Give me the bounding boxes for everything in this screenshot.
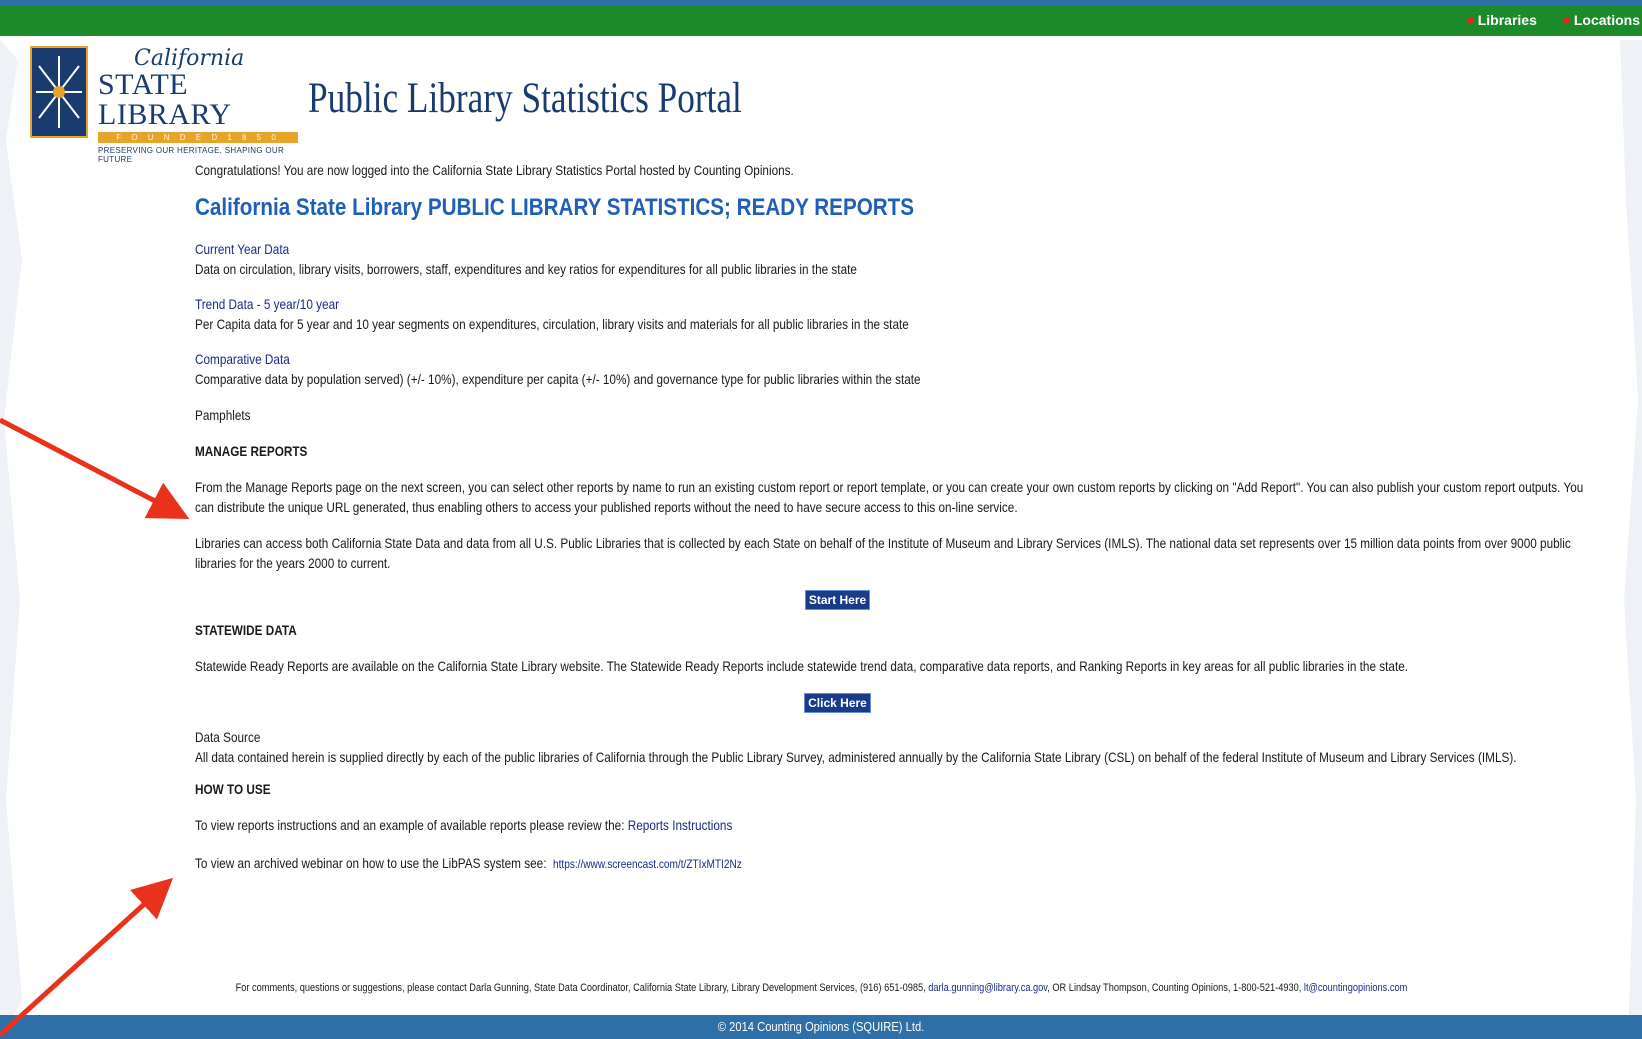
how-to-use-heading: HOW TO USE: [195, 781, 271, 797]
statewide-data-heading: STATEWIDE DATA: [195, 622, 297, 638]
report-item-comparative: Comparative Data Comparative data by pop…: [195, 349, 1595, 389]
current-year-data-desc: Data on circulation, library visits, bor…: [195, 261, 857, 277]
manage-reports-heading: MANAGE REPORTS: [195, 443, 308, 459]
comparative-data-desc: Comparative data by population served) (…: [195, 371, 921, 387]
nav-locations-label: Locations: [1573, 12, 1640, 28]
trend-data-link[interactable]: Trend Data - 5 year/10 year: [195, 294, 1371, 314]
nav-locations-link[interactable]: Locations: [1562, 12, 1640, 28]
pamphlets-link[interactable]: Pamphlets: [195, 405, 1371, 425]
nav-libraries-label: Libraries: [1477, 12, 1537, 28]
lindsay-email-link[interactable]: lt@countingopinions.com: [1303, 982, 1406, 994]
comparative-data-link[interactable]: Comparative Data: [195, 349, 1371, 369]
current-year-data-link[interactable]: Current Year Data: [195, 239, 1371, 259]
login-confirmation-text: Congratulations! You are now logged into…: [195, 162, 794, 178]
statewide-data-text: Statewide Ready Reports are available on…: [195, 658, 1409, 674]
start-here-button[interactable]: Start Here: [804, 590, 871, 610]
state-library-star-logo-icon: [30, 46, 88, 138]
data-source-heading: Data Source: [195, 729, 261, 745]
how-to-use-line-1: To view reports instructions and an exam…: [195, 815, 1371, 835]
bullet-icon: [1562, 17, 1569, 23]
nav-libraries-link[interactable]: Libraries: [1466, 12, 1537, 28]
click-here-row: Click Here: [195, 692, 1480, 713]
how-to-use-line-2: To view an archived webinar on how to us…: [195, 853, 1371, 874]
libraries-access-text: Libraries can access both California Sta…: [195, 535, 1571, 571]
top-nav-bar: Libraries Locations: [0, 0, 1642, 36]
top-nav: Libraries Locations: [1466, 12, 1640, 28]
page-title: Public Library Statistics Portal: [308, 75, 742, 122]
screencast-webinar-link[interactable]: https://www.screencast.com/t/ZTIxMTI2Nz: [553, 857, 742, 871]
trend-data-desc: Per Capita data for 5 year and 10 year s…: [195, 316, 909, 332]
darla-email-link[interactable]: darla.gunning@library.ca.gov: [928, 982, 1047, 994]
report-item-current-year: Current Year Data Data on circulation, l…: [195, 239, 1595, 279]
logo-founded: F O U N D E D 1 8 5 0: [98, 132, 298, 143]
main-content: Congratulations! You are now logged into…: [195, 160, 1595, 874]
logo-state-library: STATE LIBRARY: [98, 68, 232, 131]
how-to-use-text-2: To view an archived webinar on how to us…: [195, 855, 547, 871]
manage-reports-text: From the Manage Reports page on the next…: [195, 479, 1584, 515]
reports-instructions-link[interactable]: Reports Instructions: [628, 817, 733, 833]
footer-contact-or: , OR Lindsay Thompson, Counting Opinions…: [1046, 982, 1301, 994]
data-source-text: All data contained herein is supplied di…: [195, 749, 1517, 765]
annotation-arrow-icon: [0, 417, 190, 519]
start-here-row: Start Here: [195, 589, 1480, 610]
main-heading: California State Library PUBLIC LIBRARY …: [195, 193, 1595, 223]
click-here-button[interactable]: Click Here: [804, 693, 871, 713]
site-header: California STATE LIBRARY F O U N D E D 1…: [30, 46, 742, 164]
copyright-text: © 2014 Counting Opinions (SQUIRE) Ltd.: [717, 1019, 925, 1034]
how-to-use-text-1: To view reports instructions and an exam…: [195, 817, 625, 833]
footer-copyright-bar: © 2014 Counting Opinions (SQUIRE) Ltd.: [0, 1015, 1642, 1039]
annotation-arrow-icon: [0, 877, 174, 1037]
logo-california: California: [134, 46, 245, 71]
bullet-icon: [1466, 17, 1473, 23]
state-library-wordmark: California STATE LIBRARY F O U N D E D 1…: [98, 48, 303, 164]
footer-contact-text: For comments, questions or suggestions, …: [235, 982, 926, 994]
footer-contact: For comments, questions or suggestions, …: [0, 982, 1642, 994]
main-heading-text: California State Library PUBLIC LIBRARY …: [195, 194, 915, 221]
report-item-trend: Trend Data - 5 year/10 year Per Capita d…: [195, 294, 1595, 334]
